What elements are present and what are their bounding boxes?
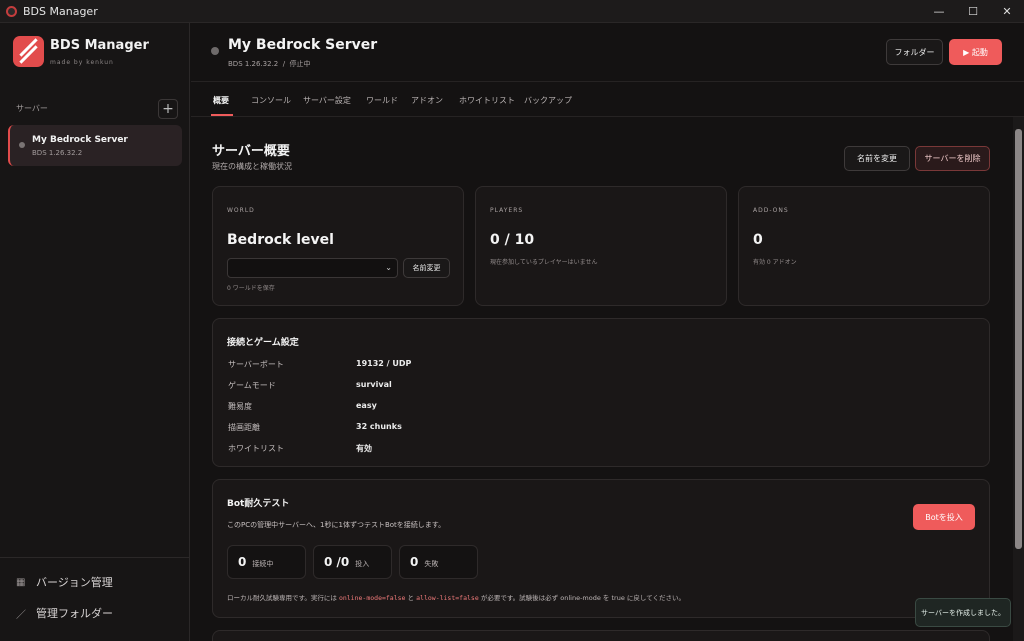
minimize-icon[interactable]: —: [922, 0, 956, 23]
stat-value: 0 /0: [324, 555, 350, 569]
grid-icon: ▦: [16, 576, 26, 588]
stat-connected: 0 接続中: [227, 545, 306, 579]
note-text: が必要です。試験後は必ず online-mode を true に戻してください…: [480, 594, 685, 602]
stat-value: 0: [410, 555, 419, 569]
separator: /: [282, 60, 286, 68]
maximize-icon[interactable]: ☐: [956, 0, 990, 23]
start-button[interactable]: ▶ 起動: [949, 39, 1002, 65]
sidebar-section-label: サーバー: [16, 104, 48, 113]
folder-button[interactable]: フォルダー: [886, 39, 943, 65]
window-controls: — ☐ ✕: [922, 0, 1024, 23]
connection-card: 接続とゲーム設定 サーバーポート 19132 / UDP ゲームモード surv…: [212, 318, 990, 467]
tab-overview[interactable]: 概要: [213, 95, 229, 106]
note-text: ローカル耐久試験専用です。実行には: [227, 594, 337, 602]
add-server-button[interactable]: +: [158, 99, 178, 119]
delete-server-button[interactable]: サーバーを削除: [915, 146, 990, 171]
card-label: WORLD: [227, 207, 255, 214]
tab-console[interactable]: コンソール: [251, 95, 291, 106]
window-title: BDS Manager: [23, 4, 98, 18]
tab-server-settings[interactable]: サーバー設定: [303, 95, 351, 106]
setting-value: survival: [356, 380, 392, 389]
stat-label: 接続中: [252, 559, 274, 568]
sidebar-link-label: 管理フォルダー: [36, 607, 113, 620]
setting-key: ゲームモード: [228, 381, 276, 390]
sidebar: BDS Manager made by kenkun サーバー + My Bed…: [0, 23, 190, 641]
sidebar-item-server[interactable]: My Bedrock Server BDS 1.26.32.2: [8, 125, 182, 166]
app-icon: [6, 5, 17, 17]
deploy-bot-button[interactable]: Botを投入: [913, 504, 975, 530]
world-card: WORLD Bedrock level ⌄ 名前変更 0 ワールドを保存: [212, 186, 464, 306]
note-code: allow-list=false: [416, 594, 479, 602]
note-code: online-mode=false: [338, 594, 406, 602]
sidebar-link-versions[interactable]: ▦ バージョン管理: [16, 574, 113, 590]
overview-content: サーバー概要 現在の構成と稼働状況 名前を変更 サーバーを削除 WORLD Be…: [191, 118, 1013, 641]
setting-key: サーバーポート: [228, 360, 284, 369]
setting-value: 有効: [356, 444, 372, 453]
setting-key: ホワイトリスト: [228, 444, 284, 453]
tab-bar: 概要 コンソール サーバー設定 ワールド アドオン ホワイトリスト バックアップ: [191, 83, 1024, 117]
scrollbar-thumb[interactable]: [1015, 129, 1022, 549]
card-title: 接続とゲーム設定: [227, 338, 299, 348]
server-header: My Bedrock Server BDS 1.26.32.2 / 停止中 フォ…: [191, 23, 1024, 82]
players-value: 0 / 10: [490, 232, 535, 248]
setting-key: 描画距離: [228, 423, 260, 432]
setting-value: 32 chunks: [356, 422, 402, 431]
setting-value: easy: [356, 401, 377, 410]
brand-name: BDS Manager: [50, 37, 149, 53]
status-dot: [211, 47, 219, 55]
setting-value: 19132 / UDP: [356, 359, 412, 368]
section-subtitle: 現在の構成と稼働状況: [212, 162, 292, 171]
bot-test-card: Bot耐久テスト このPCの管理中サーバーへ、1秒に1体ずつテストBotを接続し…: [212, 479, 990, 618]
stat-label: 投入: [355, 559, 370, 568]
addons-note: 有効 0 アドオン: [753, 259, 797, 266]
bot-test-note: ローカル耐久試験専用です。実行には online-mode=false と al…: [227, 592, 685, 602]
rename-server-button[interactable]: 名前を変更: [844, 146, 910, 171]
addons-card: ADD-ONS 0 有効 0 アドオン: [738, 186, 990, 306]
stat-failed: 0 失敗: [399, 545, 478, 579]
active-tab-indicator: [211, 114, 233, 116]
sidebar-link-folders[interactable]: ／ 管理フォルダー: [16, 605, 113, 621]
addons-value: 0: [753, 232, 763, 248]
server-status-dot: [19, 142, 25, 148]
title-bar: BDS Manager — ☐ ✕: [0, 0, 1024, 23]
card-label: PLAYERS: [490, 207, 524, 214]
note-text: と: [407, 594, 415, 602]
brand-sub: made by kenkun: [50, 58, 114, 66]
stat-label: 失敗: [424, 559, 439, 568]
world-saved-note: 0 ワールドを保存: [227, 285, 275, 292]
section-title: サーバー概要: [212, 144, 290, 159]
rename-world-button[interactable]: 名前変更: [403, 258, 450, 278]
players-card: PLAYERS 0 / 10 現在参加しているプレイヤーはいません: [475, 186, 727, 306]
stat-deployed: 0 /0 投入: [313, 545, 392, 579]
tab-backup[interactable]: バックアップ: [524, 95, 572, 106]
folder-icon: ／: [16, 609, 26, 621]
card-title: Bot耐久テスト: [227, 499, 290, 509]
brand-logo-icon: [13, 36, 44, 67]
server-meta: BDS 1.26.32.2 / 停止中: [228, 59, 311, 69]
tab-whitelist[interactable]: ホワイトリスト: [459, 95, 515, 106]
setting-key: 難易度: [228, 402, 252, 411]
server-version: BDS 1.26.32.2: [32, 149, 83, 157]
status-text: 停止中: [289, 60, 311, 68]
server-version: BDS 1.26.32.2: [228, 60, 279, 68]
sidebar-link-label: バージョン管理: [36, 576, 113, 589]
page-title: My Bedrock Server: [228, 37, 378, 53]
tab-addons[interactable]: アドオン: [411, 95, 443, 106]
close-icon[interactable]: ✕: [990, 0, 1024, 23]
stat-value: 0: [238, 555, 247, 569]
next-card: [212, 630, 990, 641]
chevron-down-icon: ⌄: [385, 263, 392, 272]
card-label: ADD-ONS: [753, 207, 789, 214]
main-panel: My Bedrock Server BDS 1.26.32.2 / 停止中 フォ…: [191, 23, 1024, 641]
bot-test-description: このPCの管理中サーバーへ、1秒に1体ずつテストBotを接続します。: [227, 521, 446, 529]
world-name: Bedrock level: [227, 232, 334, 248]
world-select[interactable]: ⌄: [227, 258, 398, 278]
players-note: 現在参加しているプレイヤーはいません: [490, 259, 598, 266]
brand: BDS Manager made by kenkun: [13, 36, 149, 67]
server-name: My Bedrock Server: [32, 135, 128, 145]
tab-world[interactable]: ワールド: [366, 95, 398, 106]
sidebar-footer: [0, 557, 190, 558]
scrollbar[interactable]: [1013, 117, 1024, 641]
toast-notification: サーバーを作成しました。: [915, 598, 1011, 627]
